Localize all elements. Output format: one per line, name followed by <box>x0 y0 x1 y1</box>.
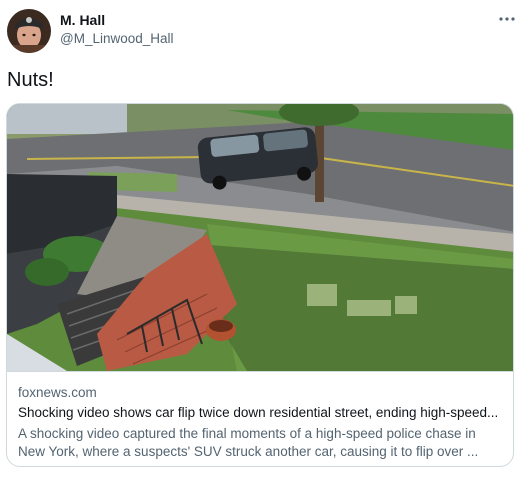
card-thumbnail-image <box>7 104 513 371</box>
link-preview-card[interactable]: foxnews.com Shocking video shows car fli… <box>6 103 514 467</box>
more-horizontal-icon <box>499 17 515 21</box>
author-avatar[interactable] <box>7 9 51 53</box>
card-text-area[interactable]: foxnews.com Shocking video shows car fli… <box>7 371 513 466</box>
more-options-button[interactable] <box>492 8 522 30</box>
card-title: Shocking video shows car flip twice down… <box>18 405 499 420</box>
author-handle[interactable]: @M_Linwood_Hall <box>60 31 174 46</box>
tweet-text: Nuts! <box>7 69 54 91</box>
card-domain: foxnews.com <box>18 385 97 400</box>
card-description: A shocking video captured the final mome… <box>18 426 479 459</box>
author-name[interactable]: M. Hall <box>60 12 105 28</box>
